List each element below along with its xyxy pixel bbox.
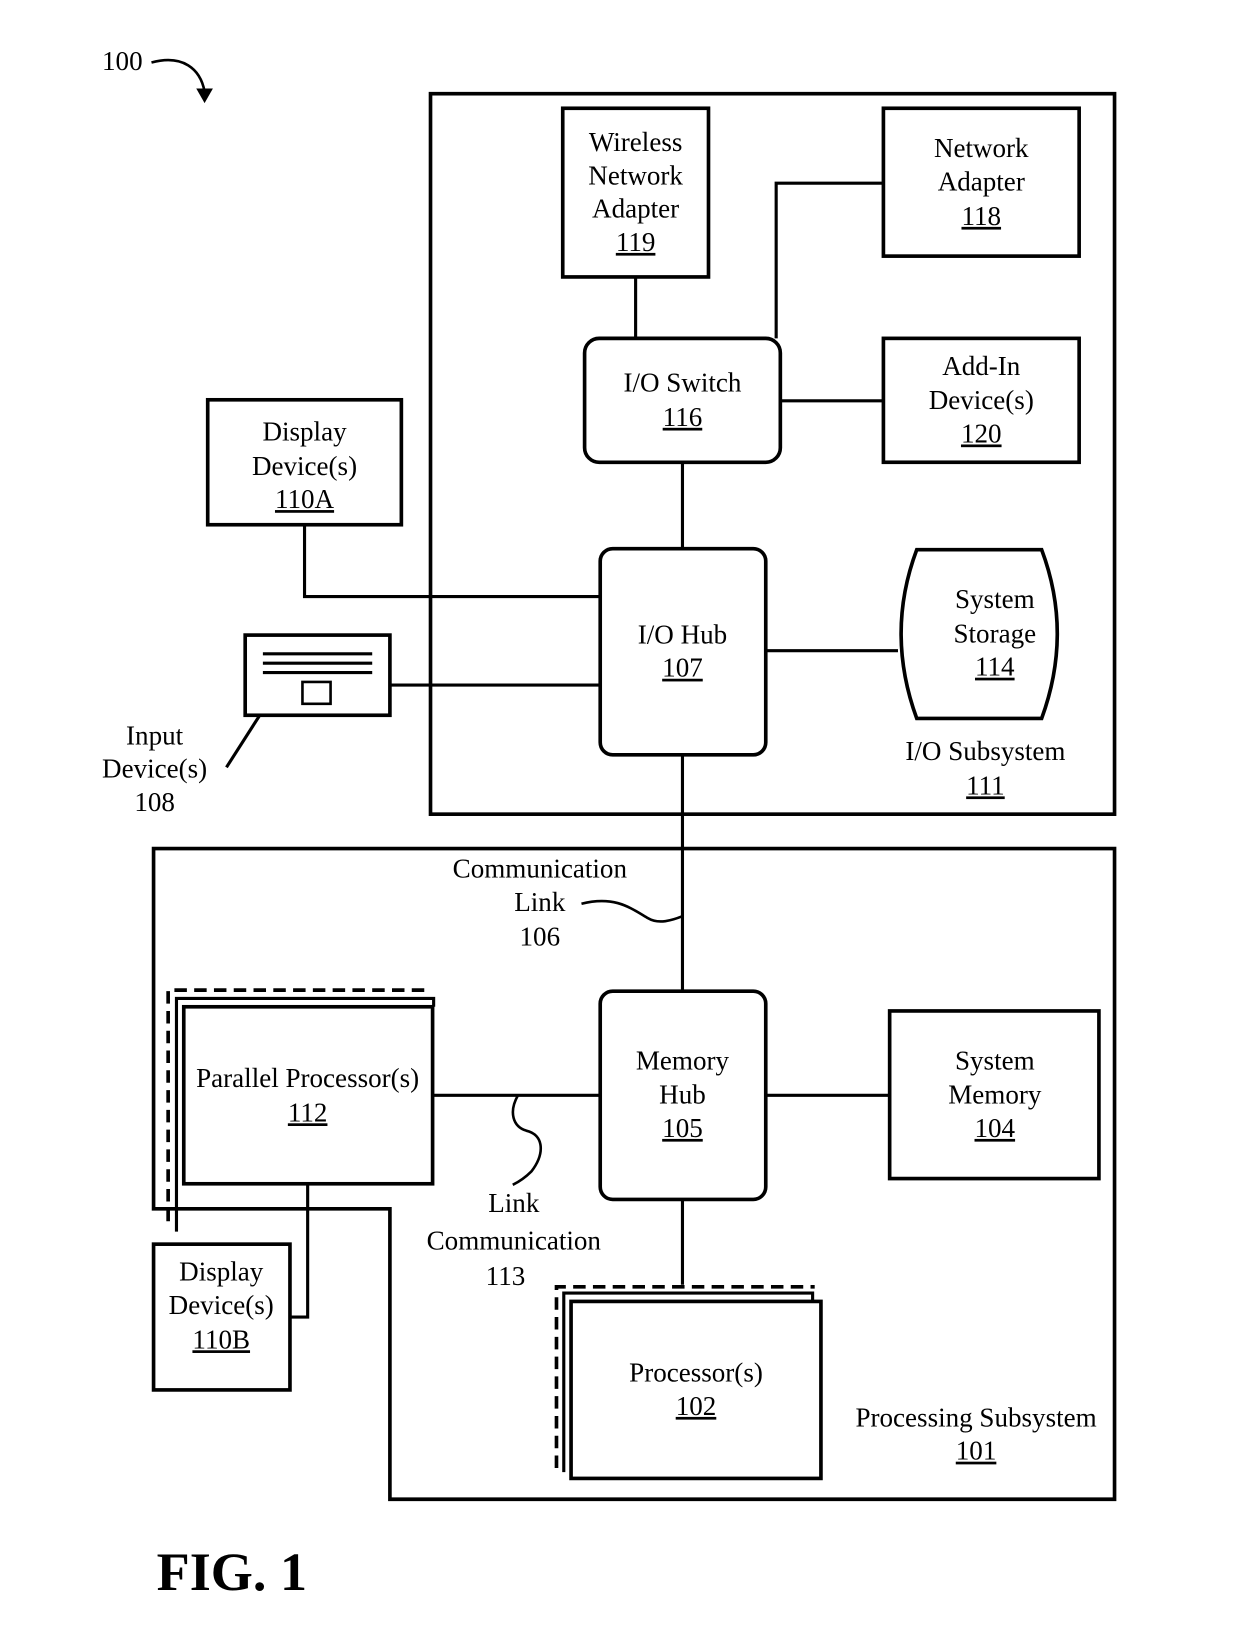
wireless-adapter-label-3: Adapter xyxy=(592,194,679,224)
display-device-110a[interactable]: Display Device(s) 110A xyxy=(205,397,404,527)
memory-hub[interactable]: Memory Hub 105 xyxy=(598,989,768,1202)
wireless-adapter-ref: 119 xyxy=(616,227,656,257)
io-hub[interactable]: I/O Hub 107 xyxy=(598,546,768,757)
link-comm-leader-icon xyxy=(511,1094,542,1186)
network-adapter-label-2: Adapter xyxy=(938,167,1025,197)
display-b-label-2: Device(s) xyxy=(169,1290,274,1320)
comm-link-label-2: Link xyxy=(514,887,566,917)
wireless-network-adapter[interactable]: Wireless Network Adapter 119 xyxy=(560,106,711,279)
memory-hub-ref: 105 xyxy=(662,1113,703,1143)
io-switch-ref: 116 xyxy=(663,402,703,432)
display-a-label-2: Device(s) xyxy=(252,451,357,481)
parallel-processors[interactable]: Parallel Processor(s) 112 xyxy=(166,988,436,1232)
memory-hub-label-2: Hub xyxy=(659,1080,706,1110)
io-switch-label: I/O Switch xyxy=(623,367,741,397)
io-switch[interactable]: I/O Switch 116 xyxy=(582,336,783,465)
comm-link-label-1: Communication xyxy=(453,854,628,884)
system-storage[interactable]: System Storage 114 xyxy=(899,547,1060,721)
link-comm-ref: 113 xyxy=(486,1261,526,1291)
input-devices-label-2: Device(s) xyxy=(102,754,207,784)
addin-devices-ref: 120 xyxy=(961,418,1002,448)
memory-hub-label-1: Memory xyxy=(636,1045,730,1075)
input-devices-ref: 108 xyxy=(134,787,175,817)
io-subsystem-ref: 111 xyxy=(966,770,1005,800)
processors-label: Processor(s) xyxy=(629,1358,763,1388)
system-storage-ref: 114 xyxy=(975,652,1015,682)
processing-subsystem-ref: 101 xyxy=(956,1436,997,1466)
system-storage-label-2: Storage xyxy=(953,618,1036,648)
addin-devices-label-1: Add-In xyxy=(942,351,1021,381)
addin-devices[interactable]: Add-In Device(s) 120 xyxy=(881,336,1081,465)
system-memory-label-1: System xyxy=(955,1045,1035,1075)
io-subsystem-title: I/O Subsystem xyxy=(905,736,1065,766)
io-hub-label: I/O Hub xyxy=(638,619,727,649)
parallel-processors-label: Parallel Processor(s) xyxy=(196,1063,419,1093)
comm-link-ref: 106 xyxy=(520,921,561,951)
processing-subsystem-title: Processing Subsystem xyxy=(855,1402,1096,1432)
processors[interactable]: Processor(s) 102 xyxy=(554,1285,823,1481)
addin-devices-label-2: Device(s) xyxy=(929,385,1034,415)
link-comm-label-1: Link xyxy=(488,1188,540,1218)
processors-ref: 102 xyxy=(676,1391,717,1421)
io-hub-ref: 107 xyxy=(662,653,703,683)
input-devices-label-1: Input xyxy=(126,720,184,750)
system-memory-ref: 104 xyxy=(975,1113,1016,1143)
parallel-processors-ref: 112 xyxy=(288,1097,328,1127)
link-comm-label-2: Communication xyxy=(427,1225,602,1255)
display-device-110b[interactable]: Display Device(s) 110B xyxy=(151,1242,292,1392)
network-adapter-label-1: Network xyxy=(934,133,1029,163)
figure-ref-arrow-icon xyxy=(151,58,213,104)
figure-caption: FIG. 1 xyxy=(157,1542,307,1602)
figure-ref-label: 100 xyxy=(102,46,143,76)
network-adapter-ref: 118 xyxy=(961,201,1001,231)
display-b-ref: 110B xyxy=(192,1324,250,1354)
system-storage-label-1: System xyxy=(955,584,1035,614)
network-adapter[interactable]: Network Adapter 118 xyxy=(881,106,1081,258)
input-device-leader-line xyxy=(225,714,262,769)
input-device[interactable] xyxy=(225,633,392,769)
comm-link-leader-icon xyxy=(581,899,683,923)
wireless-adapter-label-2: Network xyxy=(588,160,683,190)
display-b-label-1: Display xyxy=(179,1257,264,1287)
system-memory-label-2: Memory xyxy=(948,1080,1042,1110)
wireless-adapter-label-1: Wireless xyxy=(589,127,683,157)
system-memory[interactable]: System Memory 104 xyxy=(887,1009,1101,1181)
display-a-label-1: Display xyxy=(262,416,347,446)
display-a-ref: 110A xyxy=(275,484,335,514)
block-diagram: 100 Wireless Network Adapter 119 Network… xyxy=(102,46,1117,1602)
